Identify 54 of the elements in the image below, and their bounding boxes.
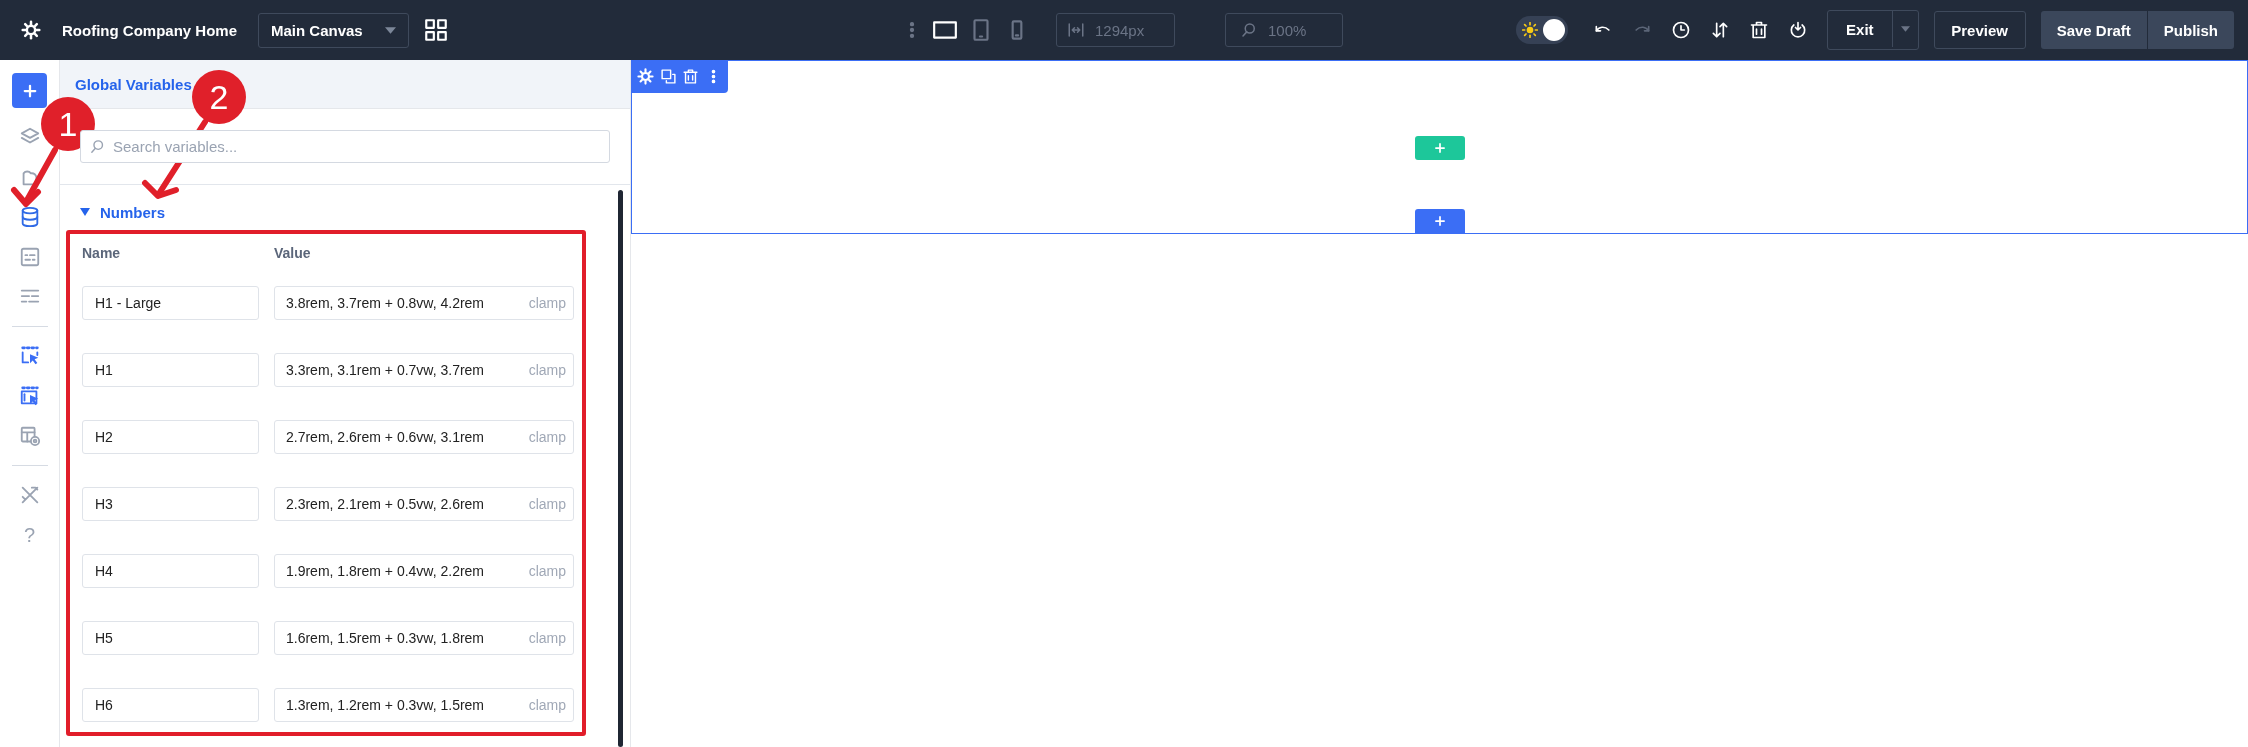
publish-button[interactable]: Publish <box>2147 11 2234 49</box>
width-icon <box>1067 21 1085 39</box>
name-field[interactable]: H3 <box>82 487 259 521</box>
group-header[interactable]: Numbers <box>80 199 166 225</box>
name-field[interactable]: H1 - Large <box>82 286 259 320</box>
sun-icon <box>1522 22 1539 38</box>
caret-icon <box>1900 26 1910 32</box>
trash-icon[interactable] <box>1749 20 1770 40</box>
grid-icon[interactable] <box>423 17 449 43</box>
value-field[interactable]: 1.3rem, 1.2rem + 0.3vw, 1.5rem clamp <box>274 688 574 722</box>
value-field[interactable]: 1.9rem, 1.8rem + 0.4vw, 2.2rem clamp <box>274 554 574 588</box>
search-field[interactable]: Search variables... <box>80 130 610 163</box>
function-label: clamp <box>528 295 566 311</box>
project-title: Roofing Company Home <box>62 21 237 39</box>
panel-tab[interactable]: Global Variables <box>75 75 192 93</box>
value-field[interactable]: 3.8rem, 3.7rem + 0.8vw, 4.2rem clamp <box>274 286 574 320</box>
canvas-section[interactable] <box>631 60 2248 234</box>
value-field[interactable]: 3.3rem, 3.1rem + 0.7vw, 3.7rem clamp <box>274 353 574 387</box>
form-icon[interactable] <box>18 246 41 268</box>
function-label: clamp <box>528 563 566 579</box>
function-label: clamp <box>528 697 566 713</box>
search-icon <box>89 138 106 155</box>
column-header: Value <box>274 245 311 261</box>
function-label: clamp <box>528 496 566 512</box>
add-button[interactable] <box>12 73 47 108</box>
name-field[interactable]: H1 <box>82 353 259 387</box>
preview-button[interactable]: Preview <box>1933 11 2026 49</box>
caret-icon <box>385 26 396 34</box>
name-field[interactable]: H4 <box>82 554 259 588</box>
name-field[interactable]: H2 <box>82 420 259 454</box>
scrollbar[interactable] <box>618 190 623 747</box>
select-icon[interactable] <box>18 345 41 367</box>
column-header: Name <box>82 245 122 261</box>
theme-toggle[interactable] <box>1516 16 1569 44</box>
save-draft-button[interactable]: Save Draft <box>2040 11 2147 49</box>
canvas-select[interactable]: Main Canvas <box>258 12 409 48</box>
function-label: clamp <box>528 429 566 445</box>
function-label: clamp <box>528 362 566 378</box>
plus-icon <box>1432 214 1447 228</box>
caret-icon <box>80 208 90 216</box>
name-field[interactable]: H5 <box>82 621 259 655</box>
add-section-button[interactable] <box>1414 209 1465 233</box>
function-label: clamp <box>528 630 566 646</box>
settings-icon[interactable] <box>21 20 41 40</box>
search-icon <box>1240 21 1258 39</box>
value-field[interactable]: 1.6rem, 1.5rem + 0.3vw, 1.8rem clamp <box>274 621 574 655</box>
template-icon[interactable] <box>18 425 41 447</box>
value-field[interactable]: 2.3rem, 2.1rem + 0.5vw, 2.6rem clamp <box>274 487 574 521</box>
plus-icon <box>1432 141 1447 155</box>
duplicate-icon[interactable] <box>659 68 677 85</box>
value-field[interactable]: 2.7rem, 2.6rem + 0.6vw, 3.1rem clamp <box>274 420 574 454</box>
name-field[interactable]: H6 <box>82 688 259 722</box>
clock-icon[interactable] <box>1671 20 1692 40</box>
select-frame-icon[interactable] <box>18 385 41 407</box>
